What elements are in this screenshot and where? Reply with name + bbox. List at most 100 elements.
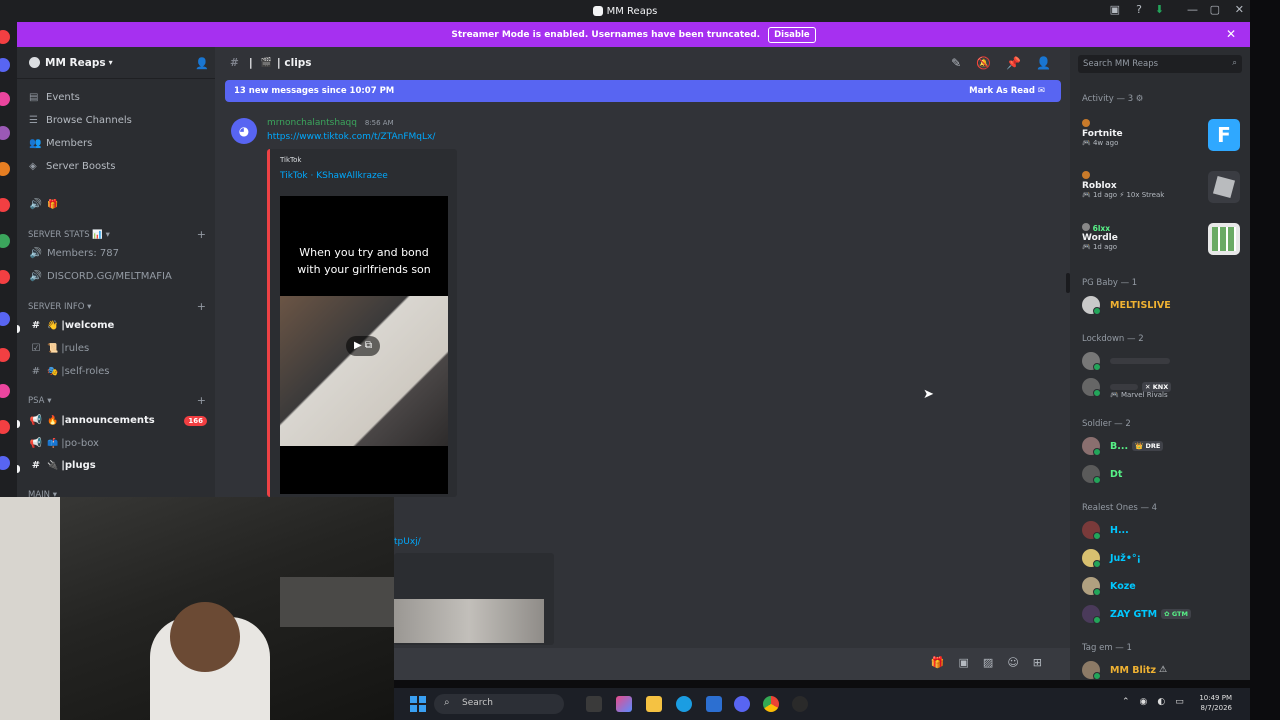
nav-events[interactable]: ▤ Events bbox=[29, 92, 80, 103]
category-server-stats[interactable]: SERVER STATS 📊 ▾ bbox=[28, 230, 110, 240]
add-channel-icon[interactable]: + bbox=[197, 228, 206, 241]
member-item[interactable]: ZAY GTM ✿ GTM bbox=[1082, 605, 1191, 624]
chart-icon: 📊 bbox=[92, 230, 103, 240]
member-item[interactable]: MELTISLIVE bbox=[1082, 296, 1171, 315]
server-icon[interactable] bbox=[0, 30, 10, 44]
taskbar-search[interactable]: ⌕ Search bbox=[434, 694, 564, 714]
new-messages-bar[interactable]: 13 new messages since 10:07 PM Mark As R… bbox=[225, 80, 1061, 102]
server-icon[interactable] bbox=[0, 270, 10, 284]
server-icon[interactable] bbox=[0, 198, 10, 212]
channel-self-roles[interactable]: # 🎭 | self-roles bbox=[29, 366, 209, 377]
pin-icon[interactable]: 📌 bbox=[1006, 56, 1036, 70]
battery-icon[interactable]: ▭ bbox=[1175, 697, 1194, 707]
nav-members[interactable]: 👥 Members bbox=[29, 138, 92, 149]
message-link[interactable]: https://www.tiktok.com/t/ZTAnFMqLx/ bbox=[267, 132, 435, 142]
avatar bbox=[1082, 521, 1101, 540]
file-explorer-icon[interactable] bbox=[646, 696, 662, 712]
member-item[interactable]: Juž•°¡ bbox=[1082, 549, 1141, 568]
add-channel-icon[interactable]: + bbox=[197, 300, 206, 313]
activity-card[interactable]: Fortnite 🎮 4w ago F bbox=[1082, 119, 1240, 151]
member-item[interactable]: Koze bbox=[1082, 577, 1136, 596]
search-input[interactable]: Search MM Reaps ⌕ bbox=[1078, 55, 1242, 73]
mark-as-read-button[interactable]: Mark As Read ✉ bbox=[969, 86, 1045, 96]
member-item[interactable]: H... bbox=[1082, 521, 1129, 540]
server-header[interactable]: MM Reaps ▾ 👤 bbox=[17, 47, 215, 79]
member-item[interactable]: MM Blitz ⚠ bbox=[1082, 661, 1167, 680]
add-channel-icon[interactable]: + bbox=[197, 394, 206, 407]
embed-title[interactable]: TikTok · KShawAllkrazee bbox=[280, 171, 388, 181]
copilot-icon[interactable] bbox=[616, 696, 632, 712]
server-icon[interactable] bbox=[0, 92, 10, 106]
threads-icon[interactable]: ✎ bbox=[951, 56, 976, 70]
message-composer[interactable]: 🎁▣▨☺⊞ bbox=[394, 648, 1070, 680]
speaker-icon: 🔊 bbox=[29, 271, 43, 282]
mute-icon[interactable]: 🔕 bbox=[976, 56, 1006, 70]
emoji-icon[interactable]: ☺ bbox=[1007, 656, 1032, 669]
user-avatar bbox=[1082, 223, 1090, 231]
streamer-mode-banner: Streamer Mode is enabled. Usernames have… bbox=[17, 22, 1250, 47]
second-embed-thumbnail[interactable] bbox=[394, 599, 544, 643]
windows-start-icon[interactable] bbox=[410, 696, 426, 712]
server-icon[interactable] bbox=[0, 234, 10, 248]
channel-rules[interactable]: ☑ 📜 | rules bbox=[29, 343, 209, 354]
voice-channel[interactable]: 🔊 🎁 bbox=[29, 199, 209, 210]
nav-browse-channels[interactable]: ☰ Browse Channels bbox=[29, 115, 132, 126]
discord-taskbar-icon[interactable] bbox=[734, 696, 750, 712]
server-icon[interactable] bbox=[0, 456, 10, 470]
server-icon[interactable] bbox=[0, 162, 10, 176]
role-group-header: Lockdown — 2 bbox=[1082, 334, 1144, 344]
server-icon[interactable] bbox=[0, 384, 10, 398]
member-item[interactable]: B... 👑 DRE bbox=[1082, 437, 1164, 456]
help-icon[interactable]: ? bbox=[1136, 3, 1142, 16]
task-view-icon[interactable] bbox=[586, 696, 602, 712]
channel-announcements[interactable]: 📢 🔥 | announcements bbox=[29, 415, 209, 426]
nav-server-boosts[interactable]: ◈ Server Boosts bbox=[29, 161, 115, 172]
avatar bbox=[1082, 661, 1101, 680]
stats-channel-members[interactable]: 🔊 Members: 787 bbox=[29, 248, 209, 259]
server-icon[interactable] bbox=[0, 312, 10, 326]
second-message-link[interactable]: tpUxj/ bbox=[394, 537, 421, 547]
channel-po-box[interactable]: 📢 📫 | po-box bbox=[29, 438, 209, 449]
server-icon[interactable] bbox=[0, 420, 10, 434]
channel-welcome[interactable]: # 👋 | welcome bbox=[29, 320, 209, 331]
store-icon[interactable] bbox=[706, 696, 722, 712]
stats-channel-invite[interactable]: 🔊 DISCORD.GG/MELTMAFIA bbox=[29, 271, 209, 282]
message-avatar[interactable]: ◕ bbox=[231, 118, 257, 144]
embed-video[interactable]: When you try and bond with your girlfrie… bbox=[280, 196, 448, 494]
close-banner-icon[interactable]: ✕ bbox=[1226, 27, 1236, 41]
obs-icon[interactable] bbox=[792, 696, 808, 712]
activity-card[interactable]: Roblox 🎮 1d ago ⚡ 10x Streak bbox=[1082, 171, 1240, 203]
taskbar-clock[interactable]: 10:49 PM 8/7/2026 bbox=[1199, 693, 1232, 713]
invite-people-icon[interactable]: 👤 bbox=[195, 57, 209, 70]
video-caption: When you try and bond with your girlfrie… bbox=[297, 246, 431, 276]
gift-icon[interactable]: 🎁 bbox=[931, 656, 959, 669]
channel-plugs[interactable]: # 🔌 | plugs bbox=[29, 460, 209, 471]
wifi-icon[interactable]: ◉ bbox=[1140, 697, 1158, 707]
disable-streamer-mode-button[interactable]: Disable bbox=[768, 26, 816, 43]
member-item[interactable]: Dt bbox=[1082, 465, 1122, 484]
server-icon[interactable] bbox=[0, 126, 10, 140]
category-psa[interactable]: PSA ▾ bbox=[28, 396, 51, 406]
message-author[interactable]: mrnonchalantshaqq bbox=[267, 118, 357, 128]
maximize-button[interactable]: ▢ bbox=[1210, 3, 1220, 16]
download-icon[interactable]: ⬇ bbox=[1155, 3, 1164, 16]
volume-icon[interactable]: ◐ bbox=[1157, 697, 1175, 707]
server-icon[interactable] bbox=[0, 348, 10, 362]
activity-card[interactable]: 6lxx Wordle 🎮 1d ago bbox=[1082, 223, 1240, 255]
member-list-icon[interactable]: 👤 bbox=[1036, 56, 1066, 70]
sticker-icon[interactable]: ▨ bbox=[983, 656, 1007, 669]
member-item[interactable] bbox=[1082, 352, 1170, 371]
chrome-icon[interactable] bbox=[763, 696, 779, 712]
server-icon[interactable] bbox=[0, 58, 10, 72]
avatar bbox=[1082, 437, 1101, 456]
gif-icon[interactable]: ▣ bbox=[959, 656, 983, 669]
play-icon[interactable]: ▶ ⧉ bbox=[346, 336, 380, 356]
tray-chevron-icon[interactable]: ⌃ bbox=[1122, 697, 1140, 707]
banner-text: Streamer Mode is enabled. Usernames have… bbox=[451, 29, 761, 40]
inbox-icon[interactable]: ▣ bbox=[1110, 3, 1120, 16]
close-window-button[interactable]: ✕ bbox=[1235, 3, 1244, 16]
edge-icon[interactable] bbox=[676, 696, 692, 712]
category-server-info[interactable]: SERVER INFO ▾ bbox=[28, 302, 91, 312]
apps-icon[interactable]: ⊞ bbox=[1033, 656, 1056, 669]
minimize-button[interactable]: — bbox=[1187, 3, 1198, 16]
